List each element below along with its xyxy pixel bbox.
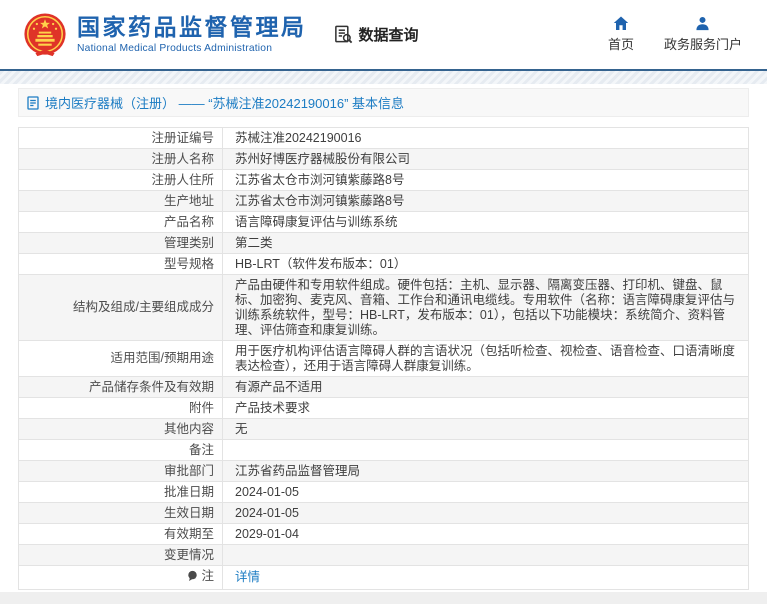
table-row: 有效期至2029-01-04 [19,524,749,545]
row-value: 江苏省太仓市浏河镇紫藤路8号 [223,191,749,212]
row-label: 审批部门 [19,461,223,482]
row-label: 生效日期 [19,503,223,524]
table-row: 管理类别第二类 [19,233,749,254]
row-label: 批准日期 [19,482,223,503]
section-title-bar: 境内医疗器械（注册） —— “苏械注准20242190016” 基本信息 [18,88,749,117]
row-label: 产品储存条件及有效期 [19,377,223,398]
table-row: 注册证编号苏械注准20242190016 [19,128,749,149]
comment-icon [187,570,198,582]
table-row: 变更情况 [19,545,749,566]
nav-item-label: 政务服务门户 [664,34,742,53]
row-label: 附件 [19,398,223,419]
row-value: 用于医疗机构评估语言障碍人群的言语状况（包括听检查、视检查、语音检查、口语清晰度… [223,341,749,377]
document-icon [27,96,39,110]
site-title: 国家药品监督管理局 [77,15,307,40]
nav-item-portal[interactable]: 政务服务门户 [664,16,742,53]
row-label: 注册人住所 [19,170,223,191]
row-value: 详情 [223,566,749,590]
table-row: 型号规格HB-LRT（软件发布版本：01） [19,254,749,275]
table-row: 结构及组成/主要组成成分产品由硬件和专用软件组成。硬件包括：主机、显示器、隔离变… [19,275,749,341]
note-label: 注 [201,569,214,584]
row-value: 产品由硬件和专用软件组成。硬件包括：主机、显示器、隔离变压器、打印机、键盘、鼠标… [223,275,749,341]
row-value: 产品技术要求 [223,398,749,419]
page-title: 境内医疗器械（注册） —— “苏械注准20242190016” 基本信息 [45,93,404,112]
user-icon [695,16,710,31]
data-query-nav[interactable]: 数据查询 [333,24,419,45]
decorative-hatch-band [0,71,767,84]
registration-info-table: 注册证编号苏械注准20242190016 注册人名称苏州好博医疗器械股份有限公司… [18,127,749,590]
row-label: 有效期至 [19,524,223,545]
detail-link[interactable]: 详情 [235,570,260,584]
main-content: 境内医疗器械（注册） —— “苏械注准20242190016” 基本信息 注册证… [18,88,749,590]
row-label: 产品名称 [19,212,223,233]
row-label: 生产地址 [19,191,223,212]
row-value: 第二类 [223,233,749,254]
data-query-label: 数据查询 [359,24,419,45]
national-emblem-icon [22,11,68,59]
row-label: 管理类别 [19,233,223,254]
row-value: HB-LRT（软件发布版本：01） [223,254,749,275]
row-value: 2024-01-05 [223,482,749,503]
row-value: 无 [223,419,749,440]
row-label: 注册证编号 [19,128,223,149]
table-row: 产品储存条件及有效期有源产品不适用 [19,377,749,398]
row-value: 2029-01-04 [223,524,749,545]
row-label: 注册人名称 [19,149,223,170]
site-subtitle: National Medical Products Administration [77,43,307,54]
row-label: 型号规格 [19,254,223,275]
row-label: 备注 [19,440,223,461]
row-label: 适用范围/预期用途 [19,341,223,377]
table-row: 批准日期2024-01-05 [19,482,749,503]
table-row: 注册人名称苏州好博医疗器械股份有限公司 [19,149,749,170]
row-value: 苏州好博医疗器械股份有限公司 [223,149,749,170]
data-query-icon [333,24,354,45]
table-row: 生效日期2024-01-05 [19,503,749,524]
row-value: 2024-01-05 [223,503,749,524]
table-row: 生产地址江苏省太仓市浏河镇紫藤路8号 [19,191,749,212]
table-row: 其他内容无 [19,419,749,440]
table-row: 附件产品技术要求 [19,398,749,419]
nav-item-label: 首页 [608,34,634,53]
row-value: 苏械注准20242190016 [223,128,749,149]
row-value: 有源产品不适用 [223,377,749,398]
row-label: 变更情况 [19,545,223,566]
row-value: 江苏省药品监督管理局 [223,461,749,482]
table-row: 注册人住所江苏省太仓市浏河镇紫藤路8号 [19,170,749,191]
row-value [223,440,749,461]
table-row-note: 注 详情 [19,566,749,590]
row-label: 其他内容 [19,419,223,440]
row-value [223,545,749,566]
table-row: 备注 [19,440,749,461]
table-row: 适用范围/预期用途用于医疗机构评估语言障碍人群的言语状况（包括听检查、视检查、语… [19,341,749,377]
row-value: 语言障碍康复评估与训练系统 [223,212,749,233]
row-label: 结构及组成/主要组成成分 [19,275,223,341]
nmpa-logo[interactable]: 国家药品监督管理局 National Medical Products Admi… [22,11,307,59]
table-row: 产品名称语言障碍康复评估与训练系统 [19,212,749,233]
home-icon [613,16,629,31]
nav-item-home[interactable]: 首页 [608,16,634,53]
table-row: 审批部门江苏省药品监督管理局 [19,461,749,482]
row-label: 注 [19,566,223,590]
footer-band [0,592,767,604]
site-header: 国家药品监督管理局 National Medical Products Admi… [0,0,767,71]
header-nav: 首页 政务服务门户 [608,16,742,53]
row-value: 江苏省太仓市浏河镇紫藤路8号 [223,170,749,191]
